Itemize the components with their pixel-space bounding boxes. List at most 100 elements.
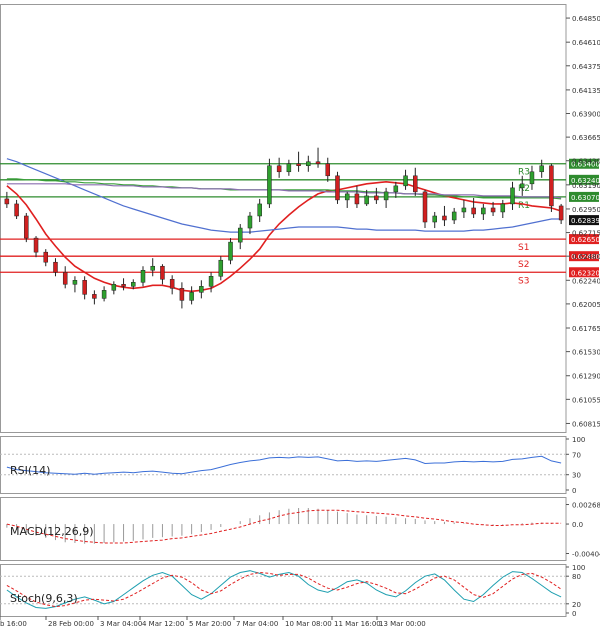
candle-body-up (237, 227, 243, 243)
candle (286, 159, 292, 176)
candle (413, 167, 418, 196)
panel-tick-label: 0.0 (572, 521, 583, 529)
price-tick-label: 0.63430 (572, 158, 600, 166)
candle (179, 282, 185, 309)
candle (335, 171, 340, 204)
candle (33, 236, 39, 258)
level-name-r3: R3 (518, 168, 530, 178)
candle (383, 187, 389, 208)
candle (101, 286, 107, 302)
price-tick-label: 0.62240 (572, 277, 600, 285)
price-axis: 0.64850 0.64610 0.64375 0.64135 0.63900 0.636… (566, 15, 600, 428)
panel-tick-label: 30 (572, 472, 581, 480)
candle-body-down (160, 265, 165, 280)
candle-body-down (422, 191, 428, 223)
candle (529, 165, 535, 190)
candle (500, 199, 506, 218)
candle (121, 278, 126, 291)
chart-canvas: R30.63400R20.63240R10.63070S10.62650S20.… (0, 4, 600, 628)
candle-body-down (43, 251, 49, 263)
candle (82, 276, 87, 300)
price-tick-label: 0.61530 (572, 349, 600, 357)
price-tick-label: 0.63190 (572, 182, 600, 190)
candle (481, 203, 486, 221)
candle (558, 203, 564, 225)
level-name-s2: S2 (518, 260, 529, 270)
panel-tick-label: 0 (572, 487, 576, 495)
candle (150, 258, 155, 277)
current-price-label: 0.62839 (571, 217, 600, 225)
candle-body-up (393, 185, 399, 193)
panel-indicator-label: Stoch(9,6,3) (10, 592, 78, 605)
candle-body-down (169, 279, 175, 289)
candle-body-up (267, 165, 272, 205)
price-tick-label: 0.62715 (572, 230, 600, 238)
rsi-line (6, 455, 562, 475)
price-tick-label: 0.61765 (572, 325, 600, 333)
candle-body-down (354, 193, 360, 205)
candle (549, 163, 554, 212)
candle (111, 281, 117, 295)
candle (257, 198, 262, 223)
candle (306, 155, 311, 172)
candle (539, 159, 544, 178)
candle (393, 181, 399, 198)
candle-body-up (403, 175, 408, 187)
time-tick-label: 13 Mar 00:00 (379, 620, 426, 628)
candle-body-up (519, 183, 525, 189)
panel-tick-label: -0.00404 (572, 551, 600, 559)
candle (276, 157, 282, 178)
candle-body-down (413, 175, 418, 193)
candle-body-down (62, 272, 68, 285)
candle (403, 169, 408, 190)
price-tick-label: 0.61290 (572, 373, 600, 381)
candle (228, 238, 233, 265)
candle-body-down (14, 203, 19, 217)
candle-body-down (490, 207, 496, 213)
level-value-r1: 0.63070 (571, 194, 600, 202)
price-tick-label: 0.63900 (572, 111, 600, 119)
candle-body-down (4, 198, 10, 205)
candle-body-down (24, 215, 29, 239)
time-tick-label: 28 Feb 00:00 (48, 620, 94, 628)
panel-tick-label: 100 (572, 564, 585, 572)
candle (510, 181, 515, 210)
price-tick-label: 0.62480 (572, 253, 600, 261)
price-tick-label: 0.61055 (572, 396, 600, 404)
candle-body-down (276, 165, 282, 173)
candle (354, 185, 360, 208)
candle-body-up (189, 292, 194, 301)
candle (199, 280, 204, 299)
panel-tick-label: 0 (572, 610, 576, 618)
candle-body-up (510, 187, 515, 205)
time-tick-label: 7 Mar 04:00 (236, 620, 278, 628)
candle-body-up (500, 203, 506, 213)
level-name-s1: S1 (518, 243, 529, 253)
panel-tick-label: 70 (572, 451, 581, 459)
candle (344, 191, 350, 208)
candle-body-down (33, 237, 39, 253)
candle-body-down (374, 195, 379, 201)
candle-body-up (539, 165, 544, 173)
candle (422, 189, 428, 229)
candle-body-up (111, 284, 117, 291)
price-tick-label: 0.64610 (572, 39, 600, 47)
candle (92, 290, 97, 305)
candle-body-up (101, 290, 107, 299)
candle-body-up (286, 163, 292, 173)
candle (247, 211, 253, 235)
candle (296, 151, 301, 172)
candle (374, 187, 379, 204)
candle-body-down (325, 163, 331, 177)
level-name-s3: S3 (518, 276, 529, 286)
candle (140, 266, 146, 287)
candle-body-up (257, 203, 262, 217)
time-tick-label: 11 Mar 16:00 (334, 620, 381, 628)
forex-chart: R3 0.63400 R2 0.63240 R1 0.63070 S1 0.62650 S2 0.… (0, 0, 600, 631)
candle-body-up (461, 207, 467, 213)
candle-body-up (451, 211, 457, 221)
candle-body-up (364, 195, 369, 205)
price-tick-label: 0.60815 (572, 420, 600, 428)
rsi-panel: 100 70 30 0 RSI(14) (0, 436, 585, 495)
panel-frame-3 (0, 564, 567, 617)
